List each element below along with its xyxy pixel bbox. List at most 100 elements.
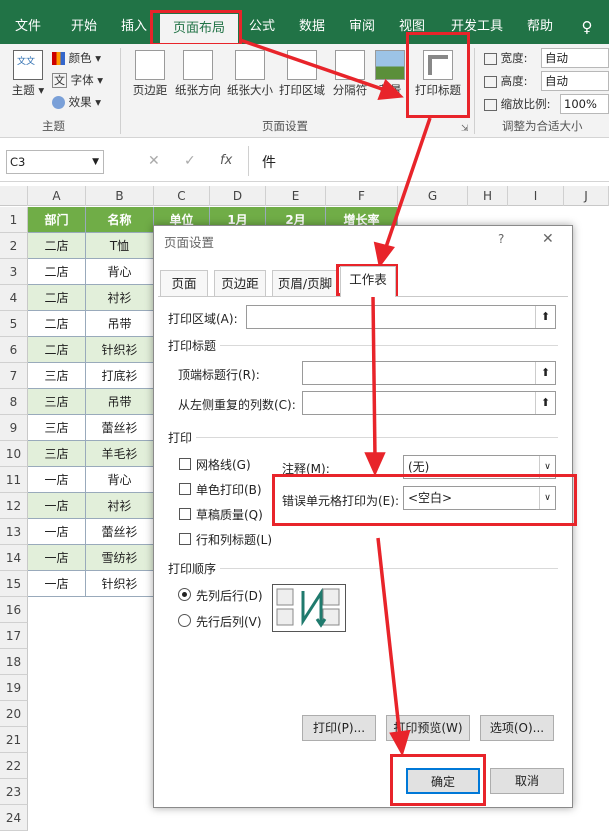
cancel-button[interactable]: 取消 bbox=[490, 768, 564, 794]
table-cell[interactable]: 三店 bbox=[28, 415, 86, 441]
themes-button[interactable]: 文文 主题 ▾ bbox=[8, 50, 48, 98]
print-preview-button[interactable]: 打印预览(W) bbox=[386, 715, 470, 741]
table-header-cell[interactable]: 部门 bbox=[28, 207, 86, 233]
table-cell[interactable]: 三店 bbox=[28, 363, 86, 389]
table-cell[interactable]: 一店 bbox=[28, 545, 86, 571]
table-cell[interactable]: 二店 bbox=[28, 337, 86, 363]
row-header[interactable]: 17 bbox=[0, 623, 28, 649]
print-button[interactable]: 打印(P)... bbox=[302, 715, 376, 741]
row-header[interactable]: 13 bbox=[0, 519, 28, 545]
tab-header-footer[interactable]: 页眉/页脚 bbox=[272, 270, 338, 296]
row-header[interactable]: 1 bbox=[0, 207, 28, 233]
table-cell[interactable]: 二店 bbox=[28, 285, 86, 311]
rows-repeat-input[interactable]: ⬆ bbox=[302, 361, 556, 385]
select-all-corner[interactable] bbox=[0, 186, 28, 206]
row-header[interactable]: 3 bbox=[0, 259, 28, 285]
table-cell[interactable]: 蕾丝衫 bbox=[86, 519, 154, 545]
cancel-icon[interactable]: ✕ bbox=[148, 153, 160, 169]
margins-button[interactable]: 页边距 bbox=[128, 50, 172, 98]
lightbulb-icon[interactable]: ♀ bbox=[572, 12, 602, 42]
row-header[interactable]: 18 bbox=[0, 649, 28, 675]
table-cell[interactable]: 二店 bbox=[28, 233, 86, 259]
table-cell[interactable]: T恤 bbox=[86, 233, 154, 259]
print-area-button[interactable]: 打印区域 bbox=[276, 50, 328, 98]
down-then-over-radio[interactable] bbox=[178, 588, 191, 601]
background-button[interactable]: 背景 bbox=[372, 50, 408, 98]
tab-review[interactable]: 审阅 bbox=[340, 12, 384, 42]
table-cell[interactable]: 背心 bbox=[86, 259, 154, 285]
row-header[interactable]: 5 bbox=[0, 311, 28, 337]
col-header[interactable]: I bbox=[508, 186, 564, 206]
table-cell[interactable]: 一店 bbox=[28, 493, 86, 519]
draft-checkbox[interactable] bbox=[179, 508, 191, 520]
row-header[interactable]: 16 bbox=[0, 597, 28, 623]
bw-checkbox[interactable] bbox=[179, 483, 191, 495]
tab-page[interactable]: 页面 bbox=[160, 270, 208, 296]
print-area-input[interactable]: ⬆ bbox=[246, 305, 556, 329]
dialog-launcher-icon[interactable]: ⇲ bbox=[461, 124, 469, 134]
col-header[interactable]: C bbox=[154, 186, 210, 206]
table-cell[interactable]: 二店 bbox=[28, 259, 86, 285]
row-header[interactable]: 24 bbox=[0, 805, 28, 831]
size-button[interactable]: 纸张大小 bbox=[224, 50, 276, 98]
table-cell[interactable]: 吊带 bbox=[86, 311, 154, 337]
collapse-dialog-icon[interactable]: ⬆ bbox=[535, 306, 555, 328]
col-header[interactable]: B bbox=[86, 186, 154, 206]
width-select[interactable]: 自动 bbox=[541, 48, 609, 68]
tab-sheet[interactable]: 工作表 bbox=[340, 266, 396, 297]
scale-input[interactable]: 100% bbox=[560, 94, 609, 114]
col-header[interactable]: E bbox=[266, 186, 326, 206]
col-header[interactable]: F bbox=[326, 186, 398, 206]
row-header[interactable]: 15 bbox=[0, 571, 28, 597]
over-then-down-radio[interactable] bbox=[178, 614, 191, 627]
row-header[interactable]: 4 bbox=[0, 285, 28, 311]
col-header[interactable]: D bbox=[210, 186, 266, 206]
table-cell[interactable]: 三店 bbox=[28, 441, 86, 467]
col-header[interactable]: A bbox=[28, 186, 86, 206]
colors-button[interactable]: 颜色 ▾ bbox=[52, 48, 101, 68]
tab-formulas[interactable]: 公式 bbox=[240, 12, 284, 42]
effects-button[interactable]: 效果 ▾ bbox=[52, 92, 101, 112]
table-cell[interactable]: 针织衫 bbox=[86, 337, 154, 363]
row-header[interactable]: 21 bbox=[0, 727, 28, 753]
tab-file[interactable]: 文件 bbox=[6, 12, 50, 42]
name-box[interactable]: C3 ▼ bbox=[6, 150, 104, 174]
help-icon[interactable]: ? bbox=[498, 232, 504, 246]
enter-icon[interactable]: ✓ bbox=[184, 153, 196, 169]
formula-content[interactable]: 件 bbox=[262, 152, 276, 172]
row-header[interactable]: 20 bbox=[0, 701, 28, 727]
table-cell[interactable]: 一店 bbox=[28, 467, 86, 493]
table-cell[interactable]: 羊毛衫 bbox=[86, 441, 154, 467]
table-cell[interactable]: 雪纺衫 bbox=[86, 545, 154, 571]
tab-margins[interactable]: 页边距 bbox=[214, 270, 266, 296]
row-header[interactable]: 8 bbox=[0, 389, 28, 415]
orientation-button[interactable]: 纸张方向 bbox=[172, 50, 224, 98]
row-header[interactable]: 22 bbox=[0, 753, 28, 779]
col-header[interactable]: J bbox=[564, 186, 609, 206]
collapse-dialog-icon[interactable]: ⬆ bbox=[535, 392, 555, 414]
row-header[interactable]: 2 bbox=[0, 233, 28, 259]
table-cell[interactable]: 针织衫 bbox=[86, 571, 154, 597]
row-header[interactable]: 11 bbox=[0, 467, 28, 493]
table-header-cell[interactable]: 名称 bbox=[86, 207, 154, 233]
cols-repeat-input[interactable]: ⬆ bbox=[302, 391, 556, 415]
table-cell[interactable]: 打底衫 bbox=[86, 363, 154, 389]
breaks-button[interactable]: 分隔符 bbox=[330, 50, 370, 98]
table-cell[interactable]: 背心 bbox=[86, 467, 154, 493]
table-cell[interactable]: 衬衫 bbox=[86, 285, 154, 311]
table-cell[interactable]: 衬衫 bbox=[86, 493, 154, 519]
table-cell[interactable]: 一店 bbox=[28, 519, 86, 545]
options-button[interactable]: 选项(O)... bbox=[480, 715, 554, 741]
col-header[interactable]: G bbox=[398, 186, 468, 206]
row-header[interactable]: 6 bbox=[0, 337, 28, 363]
row-header[interactable]: 12 bbox=[0, 493, 28, 519]
row-header[interactable]: 23 bbox=[0, 779, 28, 805]
table-cell[interactable]: 蕾丝衫 bbox=[86, 415, 154, 441]
close-icon[interactable]: ✕ bbox=[542, 231, 554, 247]
collapse-dialog-icon[interactable]: ⬆ bbox=[535, 362, 555, 384]
row-header[interactable]: 7 bbox=[0, 363, 28, 389]
tab-home[interactable]: 开始 bbox=[62, 12, 106, 42]
row-header[interactable]: 9 bbox=[0, 415, 28, 441]
gridlines-checkbox[interactable] bbox=[179, 458, 191, 470]
table-cell[interactable]: 一店 bbox=[28, 571, 86, 597]
